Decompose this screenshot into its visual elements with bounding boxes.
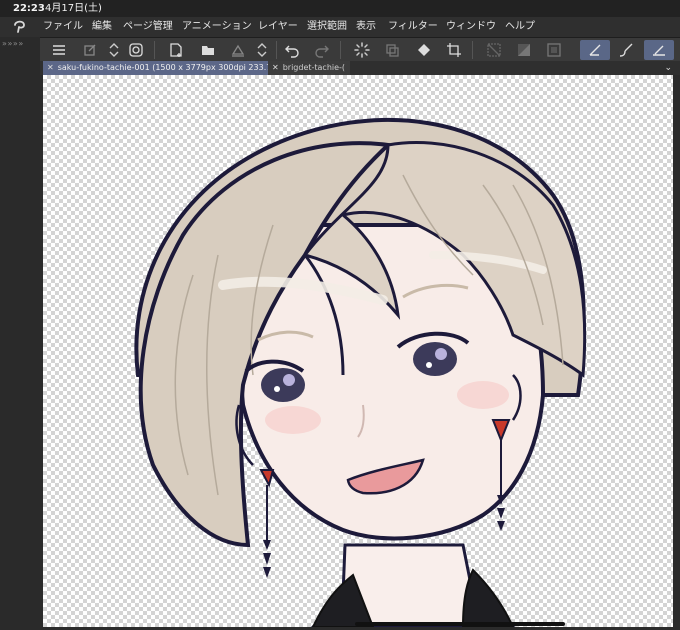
new-canvas-icon[interactable]	[80, 40, 100, 60]
export-icon[interactable]	[228, 40, 248, 60]
menu-layer[interactable]: レイヤー	[258, 17, 298, 37]
redo-icon[interactable]	[312, 40, 332, 60]
clear-selection-icon[interactable]	[484, 40, 504, 60]
transform-icon[interactable]	[382, 40, 402, 60]
document-tab-bar: ✕ saku-fukino-tachie-001 (1500 x 3779px 3…	[40, 61, 680, 75]
spiral-icon[interactable]	[126, 40, 146, 60]
menu-selection[interactable]: 選択範囲	[307, 17, 347, 37]
menu-page[interactable]: ページ管理	[123, 17, 173, 37]
menu-help[interactable]: ヘルプ	[505, 17, 535, 37]
ruler-tool-icon[interactable]	[644, 40, 674, 60]
menu-edit[interactable]: 編集	[92, 17, 112, 37]
drawing-canvas[interactable]	[43, 75, 673, 627]
character-illustration	[134, 117, 587, 627]
menu-file[interactable]: ファイル	[43, 17, 83, 37]
fill-bucket-icon[interactable]	[414, 40, 434, 60]
menu-filter[interactable]: フィルター	[388, 17, 438, 37]
selection-frame-icon[interactable]	[544, 40, 564, 60]
up-down-chevron-icon[interactable]	[252, 40, 272, 60]
tab-label: saku-fukino-tachie-001 (1500 x 3779px 30…	[57, 63, 270, 72]
menu-animation[interactable]: アニメーション	[182, 17, 252, 37]
expand-panels-icon[interactable]: » » » »	[2, 39, 23, 48]
crop-icon[interactable]	[444, 40, 464, 60]
toolbar-separator	[154, 41, 155, 59]
left-panel-strip: » » » »	[0, 37, 40, 630]
close-tab-icon[interactable]: ✕	[272, 63, 279, 72]
brush-tool-icon[interactable]	[616, 40, 636, 60]
undo-icon[interactable]	[282, 40, 302, 60]
close-tab-icon[interactable]: ✕	[47, 63, 54, 72]
hamburger-menu-icon[interactable]	[49, 40, 69, 60]
toolbar-separator	[472, 41, 473, 59]
canvas-right-edge	[673, 75, 680, 630]
tab-label: brigdet-tachie-(	[282, 63, 346, 72]
menu-view[interactable]: 表示	[356, 17, 376, 37]
loading-spinner-icon[interactable]	[352, 40, 372, 60]
status-date: 4月17日(土)	[45, 3, 102, 14]
menu-window[interactable]: ウィンドウ	[446, 17, 496, 37]
status-time: 22:23	[13, 3, 45, 14]
toolbar-separator	[276, 41, 277, 59]
up-down-chevron-icon[interactable]	[104, 40, 124, 60]
new-page-icon[interactable]	[166, 40, 186, 60]
chevron-down-icon[interactable]: ⌄	[664, 61, 672, 75]
command-bar	[40, 37, 680, 63]
open-folder-icon[interactable]	[198, 40, 218, 60]
app-logo-icon[interactable]	[12, 19, 28, 35]
menu-bar: ファイル 編集 ページ管理 アニメーション レイヤー 選択範囲 表示 フィルター…	[0, 17, 680, 37]
home-indicator[interactable]	[355, 622, 565, 626]
invert-selection-icon[interactable]	[514, 40, 534, 60]
toolbar-separator	[340, 41, 341, 59]
pen-tool-icon[interactable]	[580, 40, 610, 60]
tab-brigdet[interactable]: ✕ brigdet-tachie-(	[268, 61, 350, 75]
status-bar: 22:23 4月17日(土)	[0, 0, 680, 17]
tab-saku-fukino[interactable]: ✕ saku-fukino-tachie-001 (1500 x 3779px 3…	[43, 61, 270, 75]
